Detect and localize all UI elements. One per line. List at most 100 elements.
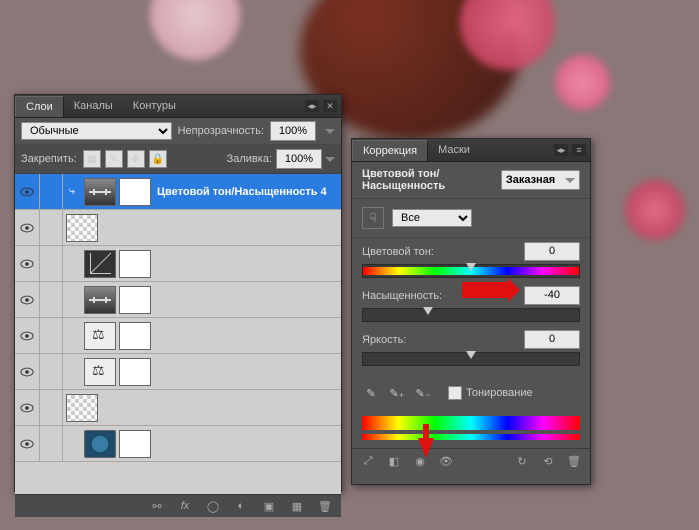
layer-mask-thumbnail[interactable] bbox=[119, 286, 151, 314]
blend-mode-select[interactable]: Обычные bbox=[21, 122, 172, 140]
layer-mask-thumbnail[interactable] bbox=[119, 250, 151, 278]
adjustment-thumbnail bbox=[84, 358, 116, 386]
link-col bbox=[40, 282, 63, 317]
layers-footer: ⚯ fx ◯ ◐ ▣ ▦ 🗑 bbox=[15, 494, 341, 517]
layer-name[interactable]: Слой 16 bbox=[101, 402, 341, 414]
eyedropper-subtract-icon[interactable]: ✎₋ bbox=[414, 384, 432, 402]
visibility-toggle[interactable] bbox=[15, 282, 40, 317]
lightness-slider-row: Яркость: 0 bbox=[352, 326, 590, 370]
adjustments-panel: Коррекция Маски ◂▸ ≡ Цветовой тон/Насыще… bbox=[351, 138, 591, 485]
adjustment-thumbnail bbox=[84, 250, 116, 278]
layer-row[interactable]: ⤷ Фотофильтр 1 bbox=[15, 426, 341, 462]
link-col bbox=[40, 174, 63, 209]
layer-mask-thumbnail[interactable] bbox=[119, 178, 151, 206]
layer-name[interactable]: Цветовой тон/Насыщенность 3 bbox=[157, 294, 341, 306]
layer-row[interactable]: ⤷ Цветовой тон/Насыщенность 4 bbox=[15, 174, 341, 210]
expand-view-icon[interactable]: ⤢ bbox=[360, 454, 376, 468]
chevron-down-icon[interactable] bbox=[325, 129, 335, 134]
visibility-toggle[interactable] bbox=[15, 174, 40, 209]
layer-name[interactable]: Кривые 4 bbox=[157, 258, 341, 270]
clip-indent: ⤷ bbox=[63, 437, 81, 450]
visibility-toggle[interactable] bbox=[15, 426, 40, 461]
previous-state-icon[interactable]: 👁 bbox=[438, 454, 454, 468]
lightness-slider[interactable] bbox=[362, 352, 580, 366]
collapse-icon[interactable]: ◂▸ bbox=[305, 100, 319, 112]
layer-row[interactable]: ⤷ Цветовой баланс 1 bbox=[15, 354, 341, 390]
visibility-toggle[interactable] bbox=[15, 390, 40, 425]
lightness-label: Яркость: bbox=[362, 334, 406, 346]
add-mask-icon[interactable]: ◯ bbox=[205, 499, 221, 513]
preset-select[interactable]: Заказная bbox=[501, 170, 580, 190]
link-layers-icon[interactable]: ⚯ bbox=[149, 499, 165, 513]
eyedropper-icon[interactable]: ✎ bbox=[362, 384, 380, 402]
hue-value[interactable]: 0 bbox=[524, 242, 580, 261]
clip-indent: ⤷ bbox=[63, 329, 81, 342]
layers-panel: Слои Каналы Контуры ◂▸ ✕ Обычные Непрозр… bbox=[14, 94, 342, 492]
adjustments-footer: ⤢ ◧ ◉ 👁 ↻ ⟲ 🗑 bbox=[352, 448, 590, 473]
saturation-label: Насыщенность: bbox=[362, 290, 442, 302]
colorize-checkbox[interactable]: Тонирование bbox=[448, 386, 533, 400]
annotation-arrow-icon bbox=[418, 438, 434, 458]
visibility-toggle[interactable] bbox=[15, 354, 40, 389]
layer-row[interactable]: Слой 18 копия 3 bbox=[15, 210, 341, 246]
lock-pixels-icon[interactable]: ✎ bbox=[105, 150, 123, 168]
lightness-value[interactable]: 0 bbox=[524, 330, 580, 349]
tab-corrections[interactable]: Коррекция bbox=[352, 140, 428, 161]
layer-row[interactable]: ⤷ Цветовой тон/Насыщенность 3 bbox=[15, 282, 341, 318]
colorize-label: Тонирование bbox=[466, 387, 533, 399]
adjustment-title-row: Цветовой тон/Насыщенность Заказная bbox=[352, 162, 590, 199]
clip-indent: ⤷ bbox=[63, 293, 81, 306]
link-col bbox=[40, 210, 63, 245]
lock-transparent-icon[interactable]: ▦ bbox=[83, 150, 101, 168]
layer-row[interactable]: ⤷ Кривые 4 bbox=[15, 246, 341, 282]
layer-mask-thumbnail[interactable] bbox=[119, 322, 151, 350]
layer-name[interactable]: Фотофильтр 1 bbox=[157, 438, 341, 450]
view-previous-icon[interactable]: ⟲ bbox=[540, 454, 556, 468]
fill-value[interactable]: 100% bbox=[276, 149, 322, 169]
channel-select[interactable]: Все bbox=[392, 209, 472, 227]
adjustment-thumbnail bbox=[84, 178, 116, 206]
opacity-value[interactable]: 100% bbox=[270, 121, 316, 141]
layer-row[interactable]: ⤷ Цветовой баланс 2 bbox=[15, 318, 341, 354]
tab-masks[interactable]: Маски bbox=[428, 140, 480, 160]
targeted-adjust-icon[interactable]: ☟ bbox=[362, 207, 384, 229]
panel-menu-icon[interactable]: ≡ bbox=[572, 144, 586, 156]
visibility-toggle[interactable] bbox=[15, 318, 40, 353]
delete-layer-icon[interactable]: 🗑 bbox=[317, 499, 333, 513]
collapse-icon[interactable]: ◂▸ bbox=[554, 144, 568, 156]
layer-row[interactable]: Слой 16 bbox=[15, 390, 341, 426]
lock-all-icon[interactable]: 🔒 bbox=[149, 150, 167, 168]
tab-paths[interactable]: Контуры bbox=[123, 96, 186, 116]
lock-position-icon[interactable]: ✥ bbox=[127, 150, 145, 168]
layer-mask-thumbnail[interactable] bbox=[119, 358, 151, 386]
visibility-toggle[interactable] bbox=[15, 246, 40, 281]
delete-adjustment-icon[interactable]: 🗑 bbox=[566, 454, 582, 468]
saturation-value[interactable]: -40 bbox=[524, 286, 580, 305]
reset-icon[interactable]: ↻ bbox=[514, 454, 530, 468]
new-adjustment-icon[interactable]: ◐ bbox=[233, 499, 249, 513]
visibility-toggle[interactable] bbox=[15, 210, 40, 245]
tab-channels[interactable]: Каналы bbox=[64, 96, 123, 116]
hue-slider-row: Цветовой тон:0 bbox=[352, 238, 590, 282]
link-col bbox=[40, 318, 63, 353]
chevron-down-icon[interactable] bbox=[325, 157, 335, 162]
tab-layers[interactable]: Слои bbox=[15, 96, 64, 117]
layer-name[interactable]: Слой 18 копия 3 bbox=[101, 222, 341, 234]
new-layer-icon[interactable]: ▦ bbox=[289, 499, 305, 513]
new-group-icon[interactable]: ▣ bbox=[261, 499, 277, 513]
channel-row: ☟ Все bbox=[352, 199, 590, 238]
hue-slider[interactable] bbox=[362, 264, 580, 278]
fx-icon[interactable]: fx bbox=[177, 499, 193, 513]
layer-name[interactable]: Цветовой баланс 1 bbox=[157, 366, 341, 378]
annotation-arrow-icon bbox=[462, 282, 508, 298]
eyedropper-add-icon[interactable]: ✎₊ bbox=[388, 384, 406, 402]
saturation-slider[interactable] bbox=[362, 308, 580, 322]
clip-to-layer-icon[interactable]: ◧ bbox=[386, 454, 402, 468]
close-icon[interactable]: ✕ bbox=[323, 100, 337, 112]
layer-name[interactable]: Цветовой тон/Насыщенность 4 bbox=[157, 186, 341, 198]
layers-list[interactable]: ⤷ Цветовой тон/Насыщенность 4 Слой 18 ко… bbox=[15, 174, 341, 494]
adjustment-thumbnail bbox=[84, 286, 116, 314]
layer-name[interactable]: Цветовой баланс 2 bbox=[157, 330, 341, 342]
layer-thumbnail bbox=[66, 394, 98, 422]
layer-mask-thumbnail[interactable] bbox=[119, 430, 151, 458]
